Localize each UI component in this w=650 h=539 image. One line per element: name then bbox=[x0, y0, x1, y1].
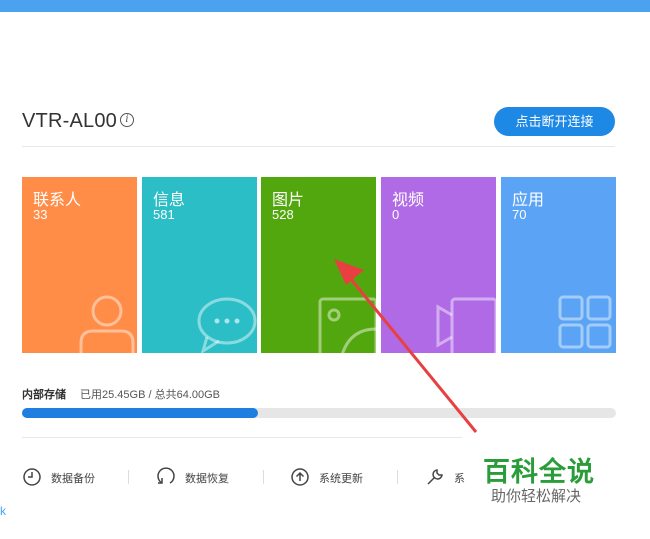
watermark-slogan: 助你轻松解决 bbox=[491, 488, 582, 505]
watermark-logo-text: 百科全说 bbox=[483, 457, 595, 487]
left-edge-mark: k bbox=[0, 504, 6, 518]
